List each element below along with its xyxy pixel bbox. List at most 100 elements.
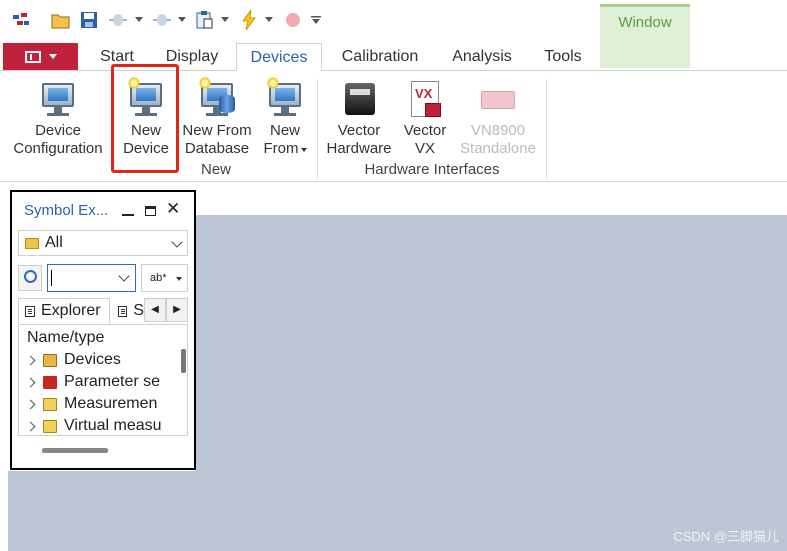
group-divider: [317, 79, 318, 179]
minimize-icon[interactable]: [122, 214, 134, 216]
tree-item-label: Devices: [64, 351, 121, 368]
hardware-icon: [339, 77, 379, 121]
document-icon: [24, 50, 41, 63]
close-icon[interactable]: ✕: [166, 199, 180, 219]
button-label: Configuration: [13, 140, 103, 157]
group-divider: [546, 79, 547, 179]
tab-analysis[interactable]: Analysis: [450, 43, 514, 71]
tree-header: Name/type: [27, 329, 105, 346]
horizontal-scrollbar[interactable]: [42, 448, 108, 453]
tab-label: Explorer: [41, 302, 101, 319]
button-label: New: [130, 122, 161, 139]
button-label: Database: [184, 140, 250, 157]
search-input[interactable]: [47, 264, 136, 292]
new-device-button[interactable]: New Device: [116, 77, 176, 158]
connect-dropdown-icon[interactable]: [135, 17, 143, 22]
text-cursor: [51, 270, 52, 286]
expand-icon[interactable]: [25, 355, 36, 365]
open-folder-icon[interactable]: [50, 9, 72, 31]
tab-tools[interactable]: Tools: [541, 43, 585, 71]
vn8900-standalone-button: VN8900 Standalone: [455, 77, 541, 158]
tree-item-parameter-sets[interactable]: Parameter se: [25, 371, 160, 393]
clipboard-icon[interactable]: [193, 9, 215, 31]
vector-vx-button[interactable]: Vector VX: [398, 77, 452, 158]
chevron-down-icon: [118, 270, 130, 282]
group-label-hardware-interfaces: Hardware Interfaces: [364, 161, 500, 178]
device-configuration-button[interactable]: Device Configuration: [6, 77, 110, 158]
workspace-canvas-lower[interactable]: [8, 471, 198, 551]
button-label: New: [269, 122, 300, 139]
customize-icon[interactable]: [308, 9, 324, 31]
filter-value: All: [45, 234, 63, 251]
wildcard-label: ab*: [150, 272, 167, 284]
save-icon[interactable]: [78, 9, 100, 31]
application-menu-button[interactable]: [3, 43, 78, 70]
virtual-measurement-icon: [43, 419, 57, 433]
chevron-down-icon: [176, 277, 182, 281]
record-icon[interactable]: [282, 9, 304, 31]
wildcard-button[interactable]: ab*: [141, 264, 188, 292]
tree-item-label: Virtual measu: [64, 417, 162, 434]
group-label-new: New: [200, 161, 231, 178]
chevron-down-icon: [300, 148, 307, 152]
filter-select[interactable]: All: [18, 230, 188, 256]
folder-icon: [25, 237, 39, 249]
tree-item-label: Measuremen: [64, 395, 158, 412]
tab-devices[interactable]: Devices: [236, 43, 322, 71]
chevron-down-icon: [48, 54, 57, 59]
tree-item-virtual-measurements[interactable]: Virtual measu: [25, 415, 162, 435]
new-from-icon: [265, 77, 305, 121]
vector-hardware-button[interactable]: Vector Hardware: [322, 77, 396, 158]
tree-item-measurements[interactable]: Measuremen: [25, 393, 158, 415]
disconnect-dropdown-icon[interactable]: [178, 17, 186, 22]
chevron-down-icon: [171, 236, 183, 248]
parameter-icon: [43, 375, 57, 389]
tab-calibration[interactable]: Calibration: [338, 43, 422, 71]
scroll-right-icon[interactable]: ▶: [166, 298, 188, 322]
database-icon: [197, 77, 237, 121]
symbol-explorer-panel: Symbol Ex... ✕ All ab* Explorer S ◀ ▶ Na…: [10, 190, 196, 470]
new-device-icon: [126, 77, 166, 121]
button-label: Vector: [337, 122, 381, 139]
find-icon[interactable]: [18, 265, 42, 291]
button-label: From: [263, 140, 299, 157]
connect-icon[interactable]: [106, 9, 130, 31]
ribbon-panel: Device Configuration New Device New From…: [0, 64, 787, 182]
button-label: Hardware: [326, 140, 392, 157]
new-from-database-button[interactable]: New From Database: [178, 77, 256, 158]
devices-icon: [43, 353, 57, 367]
scroll-left-icon[interactable]: ◀: [144, 298, 166, 322]
expand-icon[interactable]: [25, 377, 36, 387]
disconnect-icon[interactable]: [150, 9, 174, 31]
flash-dropdown-icon[interactable]: [265, 17, 273, 22]
tab-label: S: [133, 302, 144, 319]
tab-explorer[interactable]: Explorer: [18, 298, 110, 324]
expand-icon[interactable]: [25, 399, 36, 409]
new-from-button[interactable]: New From: [258, 77, 312, 158]
button-label: Device: [123, 140, 169, 157]
monitor-icon: [38, 77, 78, 121]
measurement-icon: [43, 397, 57, 411]
button-label: Standalone: [460, 140, 536, 157]
flash-icon[interactable]: [238, 9, 260, 31]
watermark: CSDN @三脚猫儿: [673, 529, 779, 544]
panel-title: Symbol Ex...: [24, 202, 109, 219]
button-label: Device: [35, 122, 81, 139]
app-logo-icon: [10, 9, 32, 31]
tab-second[interactable]: S: [112, 298, 144, 324]
vertical-scrollbar[interactable]: [181, 349, 186, 373]
symbol-tree: Name/type Devices Parameter se Measureme…: [18, 324, 188, 436]
maximize-icon[interactable]: [145, 206, 156, 216]
vx-icon: [405, 77, 445, 121]
vn8900-icon: [478, 77, 518, 121]
list-icon: [25, 305, 35, 317]
button-label: VX: [414, 140, 435, 157]
button-label: VN8900: [470, 122, 526, 139]
grid-icon: [118, 305, 128, 317]
button-label: Vector: [403, 122, 447, 139]
workspace-canvas[interactable]: [195, 215, 787, 551]
button-label: New From: [182, 122, 252, 139]
expand-icon[interactable]: [25, 421, 36, 431]
tree-item-devices[interactable]: Devices: [25, 349, 121, 371]
clipboard-dropdown-icon[interactable]: [221, 17, 229, 22]
